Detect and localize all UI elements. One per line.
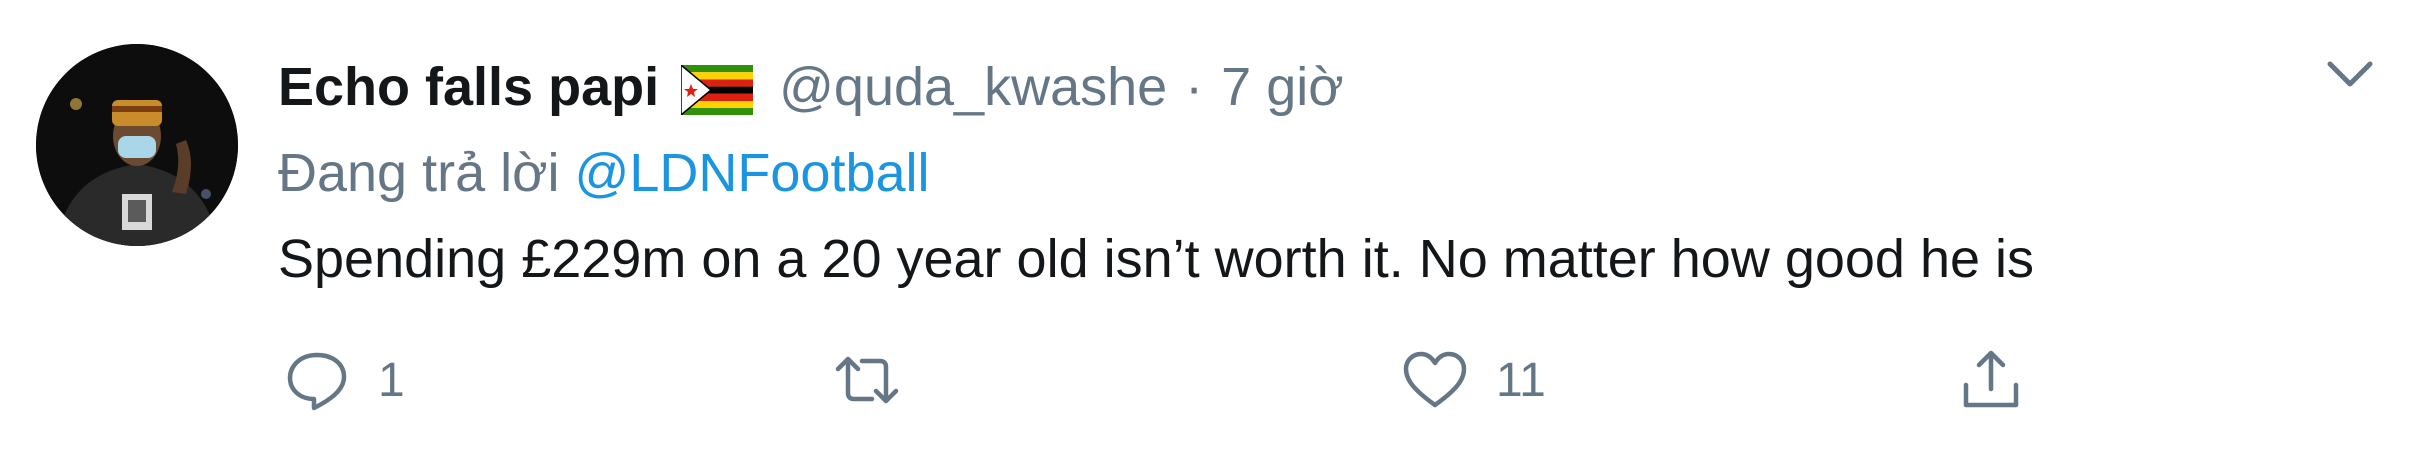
like-count: 11 bbox=[1496, 353, 1546, 407]
display-name[interactable]: Echo falls papi bbox=[278, 52, 659, 122]
tweet-timestamp[interactable]: 7 giờ bbox=[1221, 52, 1343, 122]
user-handle[interactable]: @quda_kwashe bbox=[779, 52, 1167, 122]
retweet-icon bbox=[835, 356, 899, 404]
chevron-down-icon[interactable] bbox=[2320, 50, 2380, 100]
reply-button[interactable]: 1 bbox=[282, 340, 405, 420]
tweet-actions: 1 11 bbox=[278, 340, 2078, 420]
avatar-image bbox=[36, 44, 238, 246]
retweet-button[interactable] bbox=[832, 340, 928, 420]
heart-icon bbox=[1403, 351, 1467, 408]
like-button[interactable]: 11 bbox=[1400, 340, 1546, 420]
replying-to-line: Đang trả lời @LDNFootball bbox=[278, 138, 930, 208]
reply-mention-link[interactable]: @LDNFootball bbox=[575, 143, 930, 203]
reply-icon bbox=[287, 352, 347, 411]
user-avatar[interactable] bbox=[36, 44, 238, 246]
tweet-header: Echo falls papi @quda_kwashe · 7 giờ bbox=[278, 52, 1344, 122]
replying-to-label: Đang trả lời bbox=[278, 143, 560, 203]
share-icon bbox=[1963, 350, 2019, 408]
zimbabwe-flag-icon bbox=[680, 62, 754, 117]
share-button[interactable] bbox=[1956, 340, 2026, 420]
reply-count: 1 bbox=[378, 353, 405, 407]
tweet-text: Spending £229m on a 20 year old isn’t wo… bbox=[278, 229, 2035, 289]
tweet-card[interactable]: Echo falls papi @quda_kwashe · 7 giờ Đan… bbox=[0, 0, 2428, 450]
separator-dot: · bbox=[1185, 57, 1204, 117]
